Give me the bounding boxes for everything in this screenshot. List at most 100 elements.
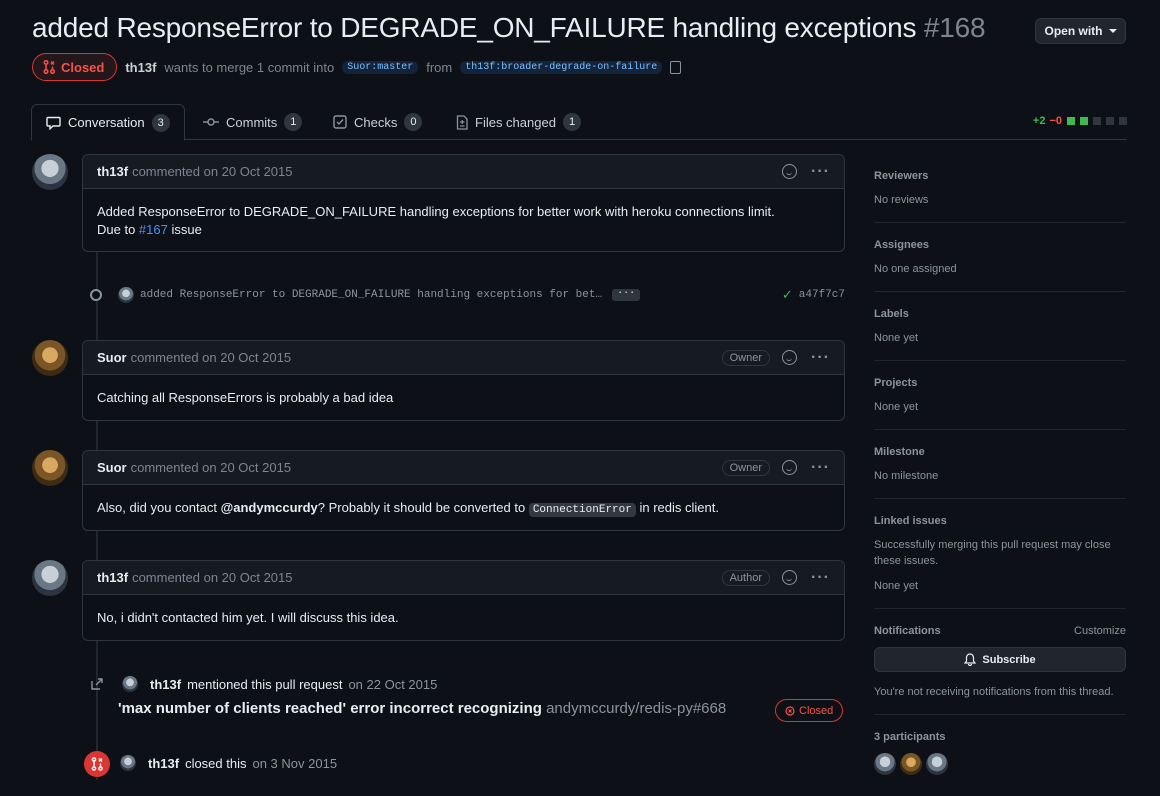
additions-count: +2 [1032, 115, 1046, 127]
sidebar-title: Projects [874, 377, 918, 389]
commit-node-icon [90, 289, 102, 301]
kebab-menu-icon[interactable]: ··· [811, 163, 830, 180]
avatar[interactable] [32, 560, 68, 596]
smiley-icon[interactable] [782, 350, 798, 365]
avatar[interactable] [32, 340, 68, 376]
issue-closed-icon [785, 705, 795, 716]
referenced-issue-repo[interactable]: andymccurdy/redis-py#668 [546, 700, 726, 717]
sidebar-value: None yet [874, 580, 919, 592]
commit-icon [203, 118, 219, 126]
inline-code: ConnectionError [528, 503, 636, 517]
subscribe-label: Subscribe [982, 653, 1036, 666]
commit-message[interactable]: added ResponseError to DEGRADE_ON_FAILUR… [140, 289, 602, 301]
pr-title: added ResponseError to DEGRADE_ON_FAILUR… [32, 12, 986, 44]
comment-timestamp[interactable]: commented on 20 Oct 2015 [132, 570, 292, 585]
comment-body: Also, did you contact @andymccurdy? Prob… [83, 485, 844, 533]
mention-event: th13f mentioned this pull request on 22 … [86, 673, 437, 695]
tab-count: 1 [562, 113, 582, 131]
state-label: Closed [61, 59, 105, 75]
check-icon[interactable]: ✓ [782, 287, 793, 303]
event-date[interactable]: on 22 Oct 2015 [348, 677, 437, 692]
comment-author[interactable]: Suor [97, 350, 127, 365]
file-diff-icon [456, 114, 468, 130]
role-badge: Owner [721, 459, 771, 476]
kebab-menu-icon[interactable]: ··· [811, 349, 830, 366]
sidebar-title: Reviewers [874, 170, 929, 182]
avatar[interactable] [32, 154, 68, 190]
comment-timestamp[interactable]: commented on 20 Oct 2015 [131, 350, 291, 365]
avatar[interactable] [874, 753, 896, 775]
pr-meta: Closed th13f wants to merge 1 commit int… [32, 53, 682, 81]
comment-body: Added ResponseError to DEGRADE_ON_FAILUR… [83, 189, 844, 253]
diffstat-neutral-block [1093, 117, 1101, 125]
sidebar-title: Notifications Customize [874, 625, 1126, 637]
commit-row: added ResponseError to DEGRADE_ON_FAILUR… [90, 285, 845, 305]
sidebar-milestone: Milestone No milestone [874, 430, 1126, 499]
event-text: closed this [185, 755, 247, 771]
kebab-menu-icon[interactable]: ··· [811, 459, 830, 476]
event-date[interactable]: on 3 Nov 2015 [252, 756, 337, 771]
kebab-menu-icon[interactable]: ··· [811, 569, 830, 586]
comment-header: Suor commented on 20 Oct 2015 Owner ··· [83, 341, 844, 375]
base-branch[interactable]: Suor:master [342, 60, 419, 74]
from-text: from [426, 59, 453, 75]
tab-files-changed[interactable]: Files changed 1 [442, 104, 595, 140]
comment-text: Due to [97, 222, 139, 237]
referenced-issue-state-label: Closed [799, 704, 834, 717]
open-with-button[interactable]: Open with [1035, 18, 1126, 44]
head-branch[interactable]: th13f:broader-degrade-on-failure [460, 60, 663, 74]
comment-timestamp[interactable]: commented on 20 Oct 2015 [132, 164, 292, 179]
avatar[interactable] [120, 755, 136, 771]
issue-link[interactable]: #167 [139, 222, 168, 237]
event-actor[interactable]: th13f [148, 756, 179, 771]
avatar[interactable] [32, 450, 68, 486]
tab-commits[interactable]: Commits 1 [189, 104, 316, 140]
sidebar-title: Linked issues [874, 515, 947, 527]
avatar[interactable] [122, 676, 138, 692]
comment: th13f commented on 20 Oct 2015 ··· Added… [82, 154, 845, 252]
sidebar-linked-issues: Linked issues Successfully merging this … [874, 499, 1126, 609]
tab-label: Checks [354, 114, 398, 130]
expand-commit-button[interactable]: ··· [612, 289, 641, 301]
comment-text: No, i didn't contacted him yet. I will d… [97, 610, 399, 625]
sidebar-value: None yet [874, 401, 919, 413]
smiley-icon[interactable] [782, 460, 798, 475]
sidebar-title: Labels [874, 308, 909, 320]
commit-sha[interactable]: a47f7c7 [799, 289, 845, 301]
tab-conversation[interactable]: Conversation 3 [31, 104, 185, 141]
closed-event-icon [84, 751, 110, 777]
referenced-issue-title[interactable]: 'max number of clients reached' error in… [118, 700, 542, 717]
avatar[interactable] [900, 753, 922, 775]
pr-author[interactable]: th13f [125, 60, 156, 75]
comment-author[interactable]: th13f [97, 570, 128, 585]
pr-title-text: added ResponseError to DEGRADE_ON_FAILUR… [32, 12, 917, 43]
comment: Suor commented on 20 Oct 2015 Owner ··· … [82, 340, 845, 421]
tab-count: 3 [151, 113, 170, 132]
referenced-issue-state: Closed [775, 699, 844, 722]
sidebar-reviewers: Reviewers No reviews [874, 154, 1126, 223]
comment-timestamp[interactable]: commented on 20 Oct 2015 [131, 460, 291, 475]
avatar[interactable] [118, 287, 134, 303]
comment-text: Added ResponseError to DEGRADE_ON_FAILUR… [97, 204, 775, 219]
sidebar-assignees: Assignees No one assigned [874, 223, 1126, 292]
diffstat[interactable]: +2 −0 [1033, 115, 1127, 127]
comment-author[interactable]: th13f [97, 164, 128, 179]
tab-label: Conversation [68, 115, 145, 130]
event-actor[interactable]: th13f [150, 677, 181, 692]
comment: Suor commented on 20 Oct 2015 Owner ··· … [82, 450, 845, 531]
smiley-icon[interactable] [782, 164, 798, 179]
avatar[interactable] [926, 753, 948, 775]
subscribe-button[interactable]: Subscribe [874, 647, 1126, 672]
customize-link[interactable]: Customize [1074, 625, 1126, 637]
comment-body: No, i didn't contacted him yet. I will d… [83, 595, 844, 641]
smiley-icon[interactable] [782, 570, 798, 585]
notifications-title: Notifications [874, 625, 941, 637]
sidebar: Reviewers No reviews Assignees No one as… [874, 154, 1126, 789]
sidebar-title: 3 participants [874, 731, 946, 743]
diffstat-add-block [1067, 117, 1075, 125]
referenced-issue[interactable]: 'max number of clients reached' error in… [118, 700, 726, 717]
comment-author[interactable]: Suor [97, 460, 127, 475]
tab-checks[interactable]: Checks 0 [319, 104, 436, 140]
user-mention[interactable]: @andymccurdy [221, 500, 318, 515]
copy-icon[interactable] [670, 60, 682, 74]
